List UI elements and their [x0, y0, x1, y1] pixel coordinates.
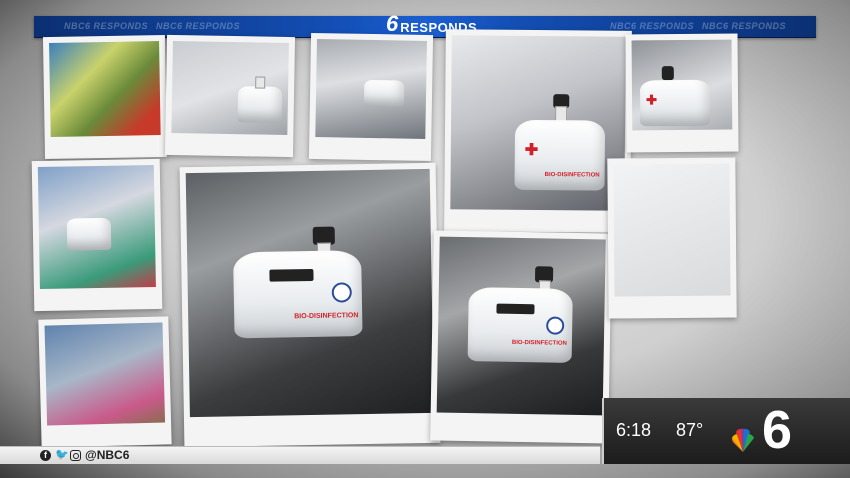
facebook-icon: f [40, 449, 51, 461]
photo-technicians-suits [308, 32, 434, 162]
photo-robot-large: BIO-DISINFECTION [179, 162, 441, 448]
video-frame: NBC6 RESPONDS NBC6 RESPONDS 6 RESPONDS N… [0, 0, 850, 478]
social-handle: @NBC6 [85, 448, 130, 462]
photo-robot-medium: BIO-DISINFECTION [430, 230, 612, 444]
logo-number: 6 [386, 11, 399, 36]
temperature: 87° [676, 420, 704, 440]
photo-lab-worker-robot: ✚ BIO-DISINFECTION [444, 29, 632, 233]
robot-label: BIO-DISINFECTION [294, 312, 359, 321]
twitter-icon: 🐦 [55, 448, 69, 461]
photo-blank-white [607, 157, 737, 319]
robot-label: BIO-DISINFECTION [544, 172, 600, 179]
instagram-icon [70, 449, 81, 461]
social-bar: f 🐦 @NBC6 [0, 446, 600, 464]
photo-robot-closeup-top: ✚ [625, 33, 739, 153]
social-handle-group: f 🐦 @NBC6 [40, 448, 129, 462]
channel-number: 6 [762, 400, 793, 460]
nbc-peacock-icon [731, 428, 754, 452]
photo-ambulance-interior [42, 34, 168, 160]
banner-ghost-text: NBC6 RESPONDS [156, 21, 241, 31]
photo-robot-room [164, 34, 296, 158]
robot-label: BIO-DISINFECTION [511, 339, 567, 347]
photo-ambulance-robot [31, 158, 163, 312]
banner-ghost-text: NBC6 RESPONDS [64, 21, 149, 31]
time-weather-bug: 6:18 87° 6 [602, 398, 850, 464]
clock-time: 6:18 [616, 420, 652, 440]
banner-ghost-text: NBC6 RESPONDS [610, 21, 695, 31]
banner-ghost-text: NBC6 RESPONDS [702, 21, 787, 31]
photo-hospital-ward [38, 316, 172, 448]
